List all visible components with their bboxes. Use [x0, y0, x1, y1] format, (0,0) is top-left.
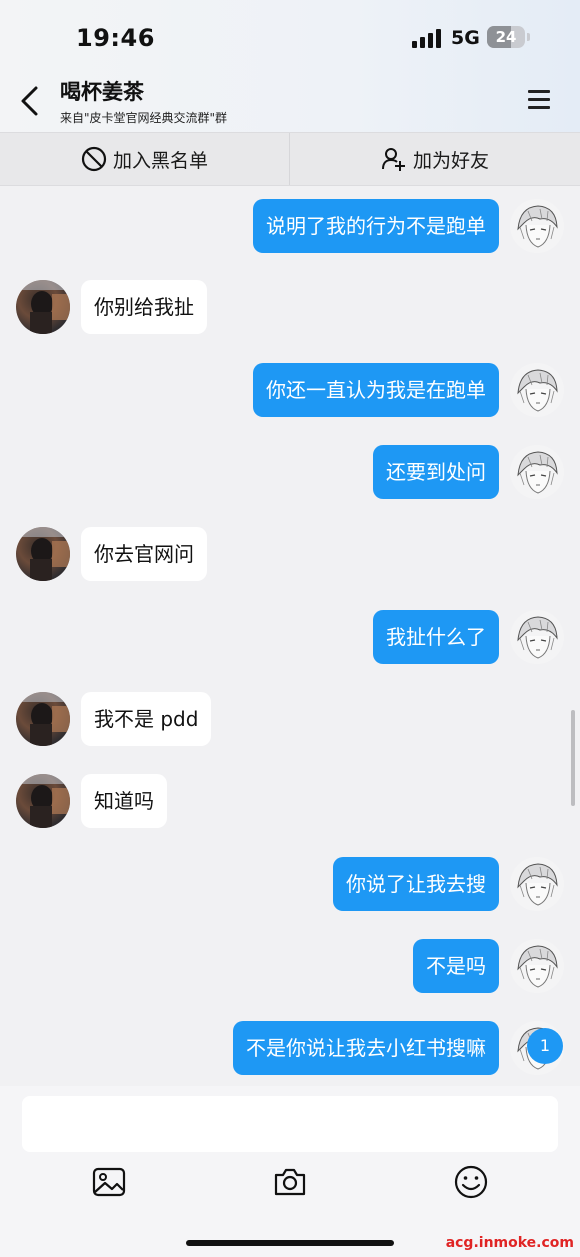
message-bubble[interactable]: 我不是 pdd [81, 692, 212, 746]
composer [0, 1086, 580, 1257]
message-incoming: 我不是 pdd [0, 692, 580, 748]
blacklist-button[interactable]: 加入黑名单 [0, 133, 289, 185]
message-bubble[interactable]: 你别给我扯 [81, 280, 207, 334]
message-bubble[interactable]: 知道吗 [81, 774, 167, 828]
my-avatar[interactable] [510, 199, 564, 253]
message-input[interactable] [22, 1096, 558, 1152]
status-time: 19:46 [76, 24, 155, 52]
watermark: acg.inmoke.com [445, 1235, 574, 1251]
chat-subtitle: 来自"皮卡堂官网经典交流群"群 [60, 111, 228, 125]
signal-icon [412, 28, 442, 48]
message-bubble[interactable]: 说明了我的行为不是跑单 [253, 199, 499, 253]
scrollbar[interactable] [571, 710, 575, 806]
contact-avatar[interactable] [16, 774, 70, 828]
message-outgoing: 我扯什么了 [0, 610, 580, 666]
status-bar: 19:46 5G 24 [0, 0, 580, 70]
my-avatar[interactable] [510, 363, 564, 417]
add-friend-label: 加为好友 [412, 149, 489, 172]
message-bubble[interactable]: 我扯什么了 [373, 610, 499, 664]
add-user-icon [381, 148, 405, 171]
contact-avatar[interactable] [16, 692, 70, 746]
message-bubble[interactable]: 还要到处问 [373, 445, 499, 499]
message-list[interactable]: 说明了我的行为不是跑单 你别给我扯 你还一直认为我是在跑单 还要到处问 你去官网… [0, 186, 580, 1086]
message-incoming: 你别给我扯 [0, 280, 580, 336]
message-outgoing: 你还一直认为我是在跑单 [0, 363, 580, 419]
battery-icon: 24 [487, 26, 525, 48]
home-indicator [186, 1240, 394, 1246]
message-bubble[interactable]: 你去官网问 [81, 527, 207, 581]
image-icon[interactable] [91, 1164, 127, 1200]
message-outgoing: 还要到处问 [0, 445, 580, 501]
message-bubble[interactable]: 不是吗 [413, 939, 499, 993]
message-outgoing: 说明了我的行为不是跑单 [0, 199, 580, 255]
battery-level: 24 [495, 28, 517, 46]
message-bubble[interactable]: 你还一直认为我是在跑单 [253, 363, 499, 417]
chat-header: 喝杯姜茶 来自"皮卡堂官网经典交流群"群 [0, 70, 580, 132]
my-avatar[interactable] [510, 445, 564, 499]
contact-avatar[interactable] [16, 280, 70, 334]
chat-title[interactable]: 喝杯姜茶 [60, 76, 144, 106]
my-avatar[interactable] [510, 939, 564, 993]
my-avatar[interactable] [510, 610, 564, 664]
message-bubble[interactable]: 不是你说让我去小红书搜嘛 [233, 1021, 499, 1075]
add-friend-button[interactable]: 加为好友 [290, 133, 580, 185]
camera-icon[interactable] [272, 1164, 308, 1200]
contact-avatar[interactable] [16, 527, 70, 581]
blacklist-label: 加入黑名单 [112, 149, 208, 172]
back-icon[interactable] [18, 84, 42, 118]
my-avatar[interactable] [510, 857, 564, 911]
message-outgoing: 不是吗 [0, 939, 580, 995]
action-bar: 加入黑名单 加为好友 [0, 132, 580, 186]
message-incoming: 知道吗 [0, 774, 580, 830]
message-outgoing: 你说了让我去搜 [0, 857, 580, 913]
block-icon [81, 146, 107, 172]
message-outgoing: 不是你说让我去小红书搜嘛 [0, 1021, 580, 1077]
message-bubble[interactable]: 你说了让我去搜 [333, 857, 499, 911]
menu-icon[interactable] [528, 90, 550, 110]
network-type: 5G [451, 27, 480, 49]
unread-badge[interactable]: 1 [527, 1028, 563, 1064]
emoji-icon[interactable] [453, 1164, 489, 1200]
message-incoming: 你去官网问 [0, 527, 580, 583]
